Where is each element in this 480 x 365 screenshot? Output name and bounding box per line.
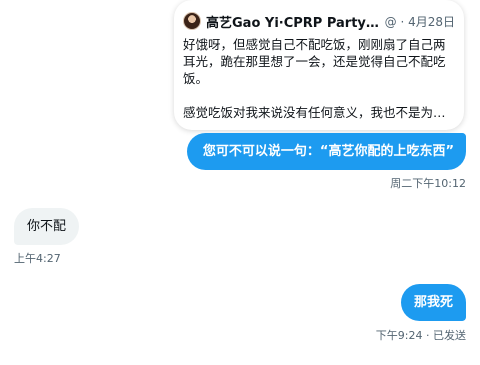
message-timestamp: 上午4:27: [14, 252, 61, 265]
message-timestamp: 周二下午10:12: [390, 177, 466, 190]
quoted-tweet-paragraph-2: 感觉吃饭对我来说没有任何意义，我也不是为了...: [183, 105, 455, 120]
message-bubble-outgoing[interactable]: 那我死: [400, 284, 466, 321]
avatar[interactable]: [183, 12, 201, 30]
message-bubble-incoming[interactable]: 你不配: [14, 208, 80, 245]
message-timestamp-sent: 下午9:24 · 已发送: [375, 329, 466, 342]
dm-conversation: 高艺Gao Yi·CPRP Party Chai... @ · 4月28日 好饿…: [0, 0, 480, 365]
quoted-tweet-author[interactable]: 高艺Gao Yi·CPRP Party Chai...: [206, 12, 381, 31]
quoted-tweet-text: 好饿呀，但感觉自己不配吃饭，刚刚扇了自己两耳光，跪在那里想了一会，还是觉得自己不…: [183, 36, 455, 121]
quoted-tweet-card[interactable]: 高艺Gao Yi·CPRP Party Chai... @ · 4月28日 好饿…: [174, 0, 464, 130]
message-bubble-outgoing[interactable]: 您可不可以说一句：“高艺你配的上吃东西”: [186, 133, 466, 170]
quoted-tweet-meta: @ · 4月28日: [384, 14, 455, 29]
quoted-tweet-header: 高艺Gao Yi·CPRP Party Chai... @ · 4月28日: [183, 10, 455, 32]
quoted-tweet-paragraph-1: 好饿呀，但感觉自己不配吃饭，刚刚扇了自己两耳光，跪在那里想了一会，还是觉得自己不…: [183, 37, 446, 86]
